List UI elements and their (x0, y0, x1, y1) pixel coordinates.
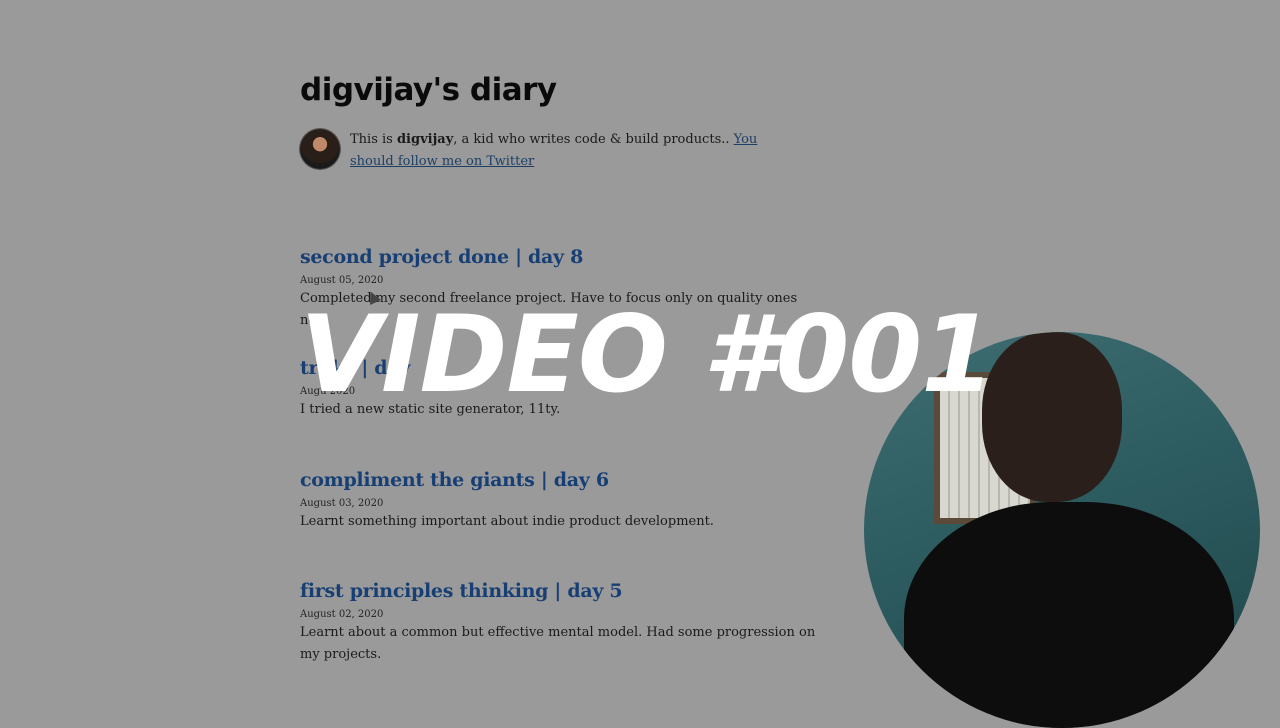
site-title[interactable]: digvijay's diary (300, 72, 557, 108)
bio-middle: , a kid who writes code & build products… (453, 132, 734, 147)
post-item: compliment the giants | day 6 August 03,… (300, 469, 820, 533)
post-date: August 02, 2020 (300, 609, 384, 620)
post-item: first principles thinking | day 5 August… (300, 580, 820, 666)
bio-prefix: This is (350, 132, 397, 147)
avatar (300, 129, 340, 169)
bio-name: digvijay (396, 132, 454, 147)
webcam-person-body (904, 502, 1234, 728)
post-date: August 05, 2020 (300, 275, 384, 286)
post-description: Learnt something important about indie p… (300, 514, 714, 529)
video-title-overlay: VIDEO #001 (300, 293, 995, 416)
post-title-link[interactable]: compliment the giants | day 6 (300, 469, 820, 491)
bio-text: This is digvijay, a kid who writes code … (350, 129, 780, 173)
webcam-person-head (982, 332, 1122, 502)
post-description: Learnt about a common but effective ment… (300, 625, 816, 662)
post-title-link[interactable]: second project done | day 8 (300, 246, 820, 268)
post-date: August 03, 2020 (300, 498, 384, 509)
post-title-link[interactable]: first principles thinking | day 5 (300, 580, 820, 602)
